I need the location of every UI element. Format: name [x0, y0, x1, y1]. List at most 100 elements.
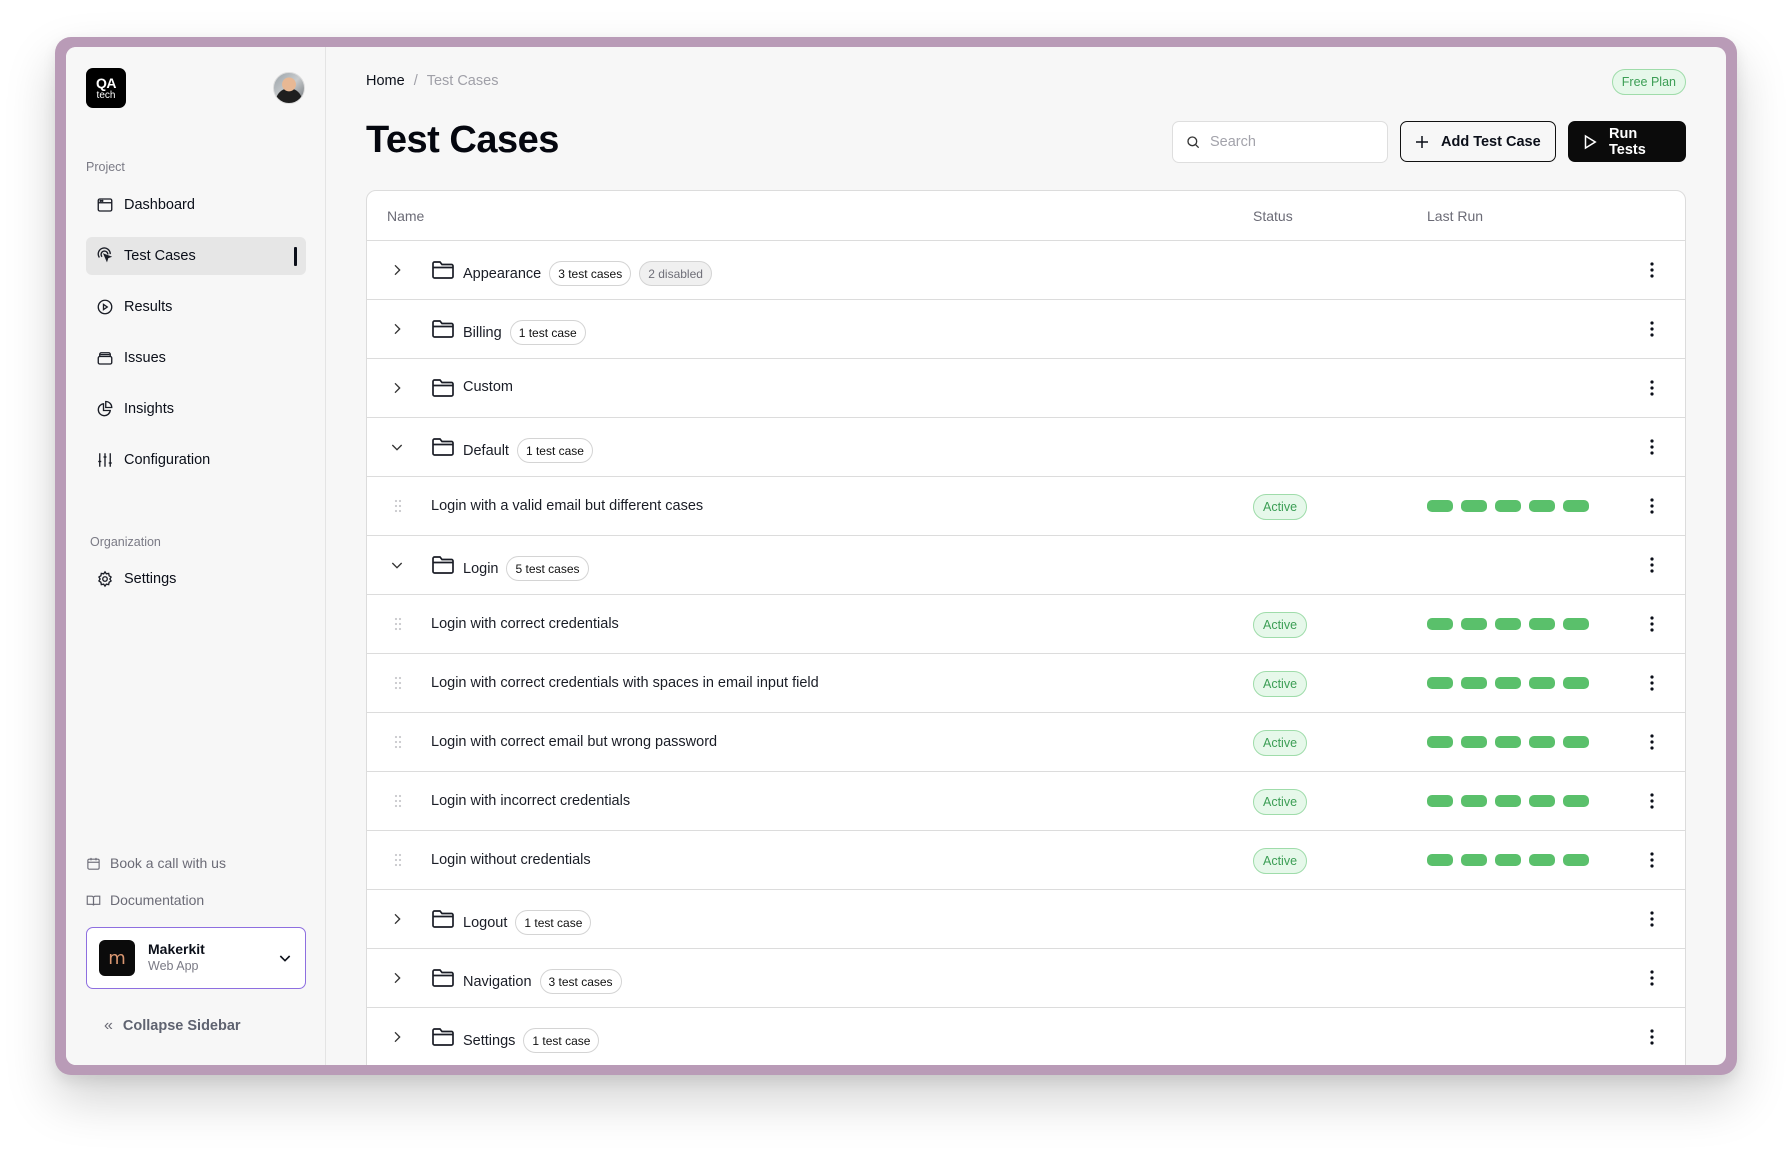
run-result-pass[interactable] — [1563, 736, 1589, 748]
drag-handle-icon[interactable] — [394, 617, 402, 631]
more-options-icon[interactable] — [1649, 674, 1655, 692]
chevron-right-icon[interactable] — [389, 321, 405, 337]
run-result-pass[interactable] — [1427, 795, 1453, 807]
test-case-row[interactable]: Login with correct email but wrong passw… — [367, 713, 1685, 772]
test-case-name[interactable]: Login with incorrect credentials — [431, 793, 630, 809]
more-options-icon[interactable] — [1649, 379, 1655, 397]
chevron-down-icon[interactable] — [389, 557, 405, 573]
more-options-icon[interactable] — [1649, 733, 1655, 751]
documentation-link[interactable]: Documentation — [86, 892, 204, 908]
chevron-right-icon[interactable] — [389, 1029, 405, 1045]
plan-badge[interactable]: Free Plan — [1611, 69, 1686, 95]
sidebar-item-dashboard[interactable]: Dashboard — [86, 186, 306, 224]
run-result-pass[interactable] — [1563, 618, 1589, 630]
chevron-right-icon[interactable] — [389, 262, 405, 278]
more-options-icon[interactable] — [1649, 969, 1655, 987]
more-options-icon[interactable] — [1649, 792, 1655, 810]
folder-row[interactable]: Billing 1 test case — [367, 300, 1685, 359]
test-case-row[interactable]: Login with correct credentials with spac… — [367, 654, 1685, 713]
run-result-pass[interactable] — [1461, 618, 1487, 630]
add-test-case-button[interactable]: Add Test Case — [1400, 121, 1556, 162]
run-tests-button[interactable]: Run Tests — [1568, 121, 1686, 162]
more-options-icon[interactable] — [1649, 320, 1655, 338]
run-result-pass[interactable] — [1563, 500, 1589, 512]
test-case-row[interactable]: Login without credentials Active — [367, 831, 1685, 890]
column-header-name[interactable]: Name — [387, 208, 424, 224]
run-result-pass[interactable] — [1495, 854, 1521, 866]
drag-handle-icon[interactable] — [394, 735, 402, 749]
qa-tech-logo[interactable]: QA tech — [86, 68, 126, 108]
more-options-icon[interactable] — [1649, 615, 1655, 633]
test-case-row[interactable]: Login with a valid email but different c… — [367, 477, 1685, 536]
drag-handle-icon[interactable] — [394, 794, 402, 808]
more-options-icon[interactable] — [1649, 438, 1655, 456]
folder-row[interactable]: Default 1 test case — [367, 418, 1685, 477]
sidebar-item-test-cases[interactable]: Test Cases — [86, 237, 306, 275]
chevron-right-icon[interactable] — [389, 380, 405, 396]
folder-row[interactable]: Logout 1 test case — [367, 890, 1685, 949]
sidebar-item-insights[interactable]: Insights — [86, 390, 306, 428]
test-case-row[interactable]: Login with incorrect credentials Active — [367, 772, 1685, 831]
run-result-pass[interactable] — [1529, 795, 1555, 807]
chevron-down-icon[interactable] — [389, 439, 405, 455]
run-result-pass[interactable] — [1427, 677, 1453, 689]
column-header-status[interactable]: Status — [1253, 208, 1293, 224]
folder-row[interactable]: Custom — [367, 359, 1685, 418]
run-result-pass[interactable] — [1461, 677, 1487, 689]
run-result-pass[interactable] — [1495, 736, 1521, 748]
test-case-row[interactable]: Login with correct credentials Active — [367, 595, 1685, 654]
run-result-pass[interactable] — [1563, 854, 1589, 866]
run-result-pass[interactable] — [1461, 795, 1487, 807]
test-case-name[interactable]: Login with correct credentials — [431, 616, 619, 632]
test-case-name[interactable]: Login without credentials — [431, 852, 591, 868]
more-options-icon[interactable] — [1649, 910, 1655, 928]
collapse-sidebar-button[interactable]: « Collapse Sidebar — [104, 1017, 241, 1035]
sidebar-item-issues[interactable]: Issues — [86, 339, 306, 377]
run-result-pass[interactable] — [1495, 677, 1521, 689]
test-case-name[interactable]: Login with correct credentials with spac… — [431, 675, 819, 691]
run-result-pass[interactable] — [1461, 736, 1487, 748]
run-result-pass[interactable] — [1495, 618, 1521, 630]
run-result-pass[interactable] — [1529, 500, 1555, 512]
folder-row[interactable]: Login 5 test cases — [367, 536, 1685, 595]
test-case-name[interactable]: Login with correct email but wrong passw… — [431, 734, 717, 750]
more-options-icon[interactable] — [1649, 1028, 1655, 1046]
book-call-link[interactable]: Book a call with us — [86, 855, 226, 871]
sidebar-item-settings[interactable]: Settings — [86, 560, 306, 598]
drag-handle-icon[interactable] — [394, 853, 402, 867]
drag-handle-icon[interactable] — [394, 499, 402, 513]
sidebar-item-results[interactable]: Results — [86, 288, 306, 326]
folder-row[interactable]: Navigation 3 test cases — [367, 949, 1685, 1008]
run-result-pass[interactable] — [1563, 795, 1589, 807]
run-result-pass[interactable] — [1427, 854, 1453, 866]
run-result-pass[interactable] — [1495, 500, 1521, 512]
account-switcher[interactable]: m Makerkit Web App — [86, 927, 306, 989]
sidebar-item-configuration[interactable]: Configuration — [86, 441, 306, 479]
test-case-name[interactable]: Login with a valid email but different c… — [431, 498, 703, 514]
breadcrumb-home[interactable]: Home — [366, 73, 405, 89]
run-result-pass[interactable] — [1495, 795, 1521, 807]
run-result-pass[interactable] — [1427, 500, 1453, 512]
run-result-pass[interactable] — [1529, 854, 1555, 866]
column-header-last-run[interactable]: Last Run — [1427, 208, 1483, 224]
run-result-pass[interactable] — [1427, 618, 1453, 630]
more-options-icon[interactable] — [1649, 497, 1655, 515]
chevron-right-icon[interactable] — [389, 970, 405, 986]
run-result-pass[interactable] — [1529, 677, 1555, 689]
run-result-pass[interactable] — [1529, 736, 1555, 748]
more-options-icon[interactable] — [1649, 261, 1655, 279]
search-input[interactable] — [1210, 134, 1370, 150]
more-options-icon[interactable] — [1649, 556, 1655, 574]
drag-handle-icon[interactable] — [394, 676, 402, 690]
folder-row[interactable]: Appearance 3 test cases 2 disabled — [367, 241, 1685, 300]
chevron-right-icon[interactable] — [389, 911, 405, 927]
run-result-pass[interactable] — [1461, 854, 1487, 866]
run-result-pass[interactable] — [1427, 736, 1453, 748]
search-box[interactable] — [1172, 121, 1388, 163]
run-result-pass[interactable] — [1563, 677, 1589, 689]
run-result-pass[interactable] — [1529, 618, 1555, 630]
more-options-icon[interactable] — [1649, 851, 1655, 869]
folder-row[interactable]: Settings 1 test case — [367, 1008, 1685, 1065]
user-avatar[interactable] — [273, 72, 305, 104]
run-result-pass[interactable] — [1461, 500, 1487, 512]
